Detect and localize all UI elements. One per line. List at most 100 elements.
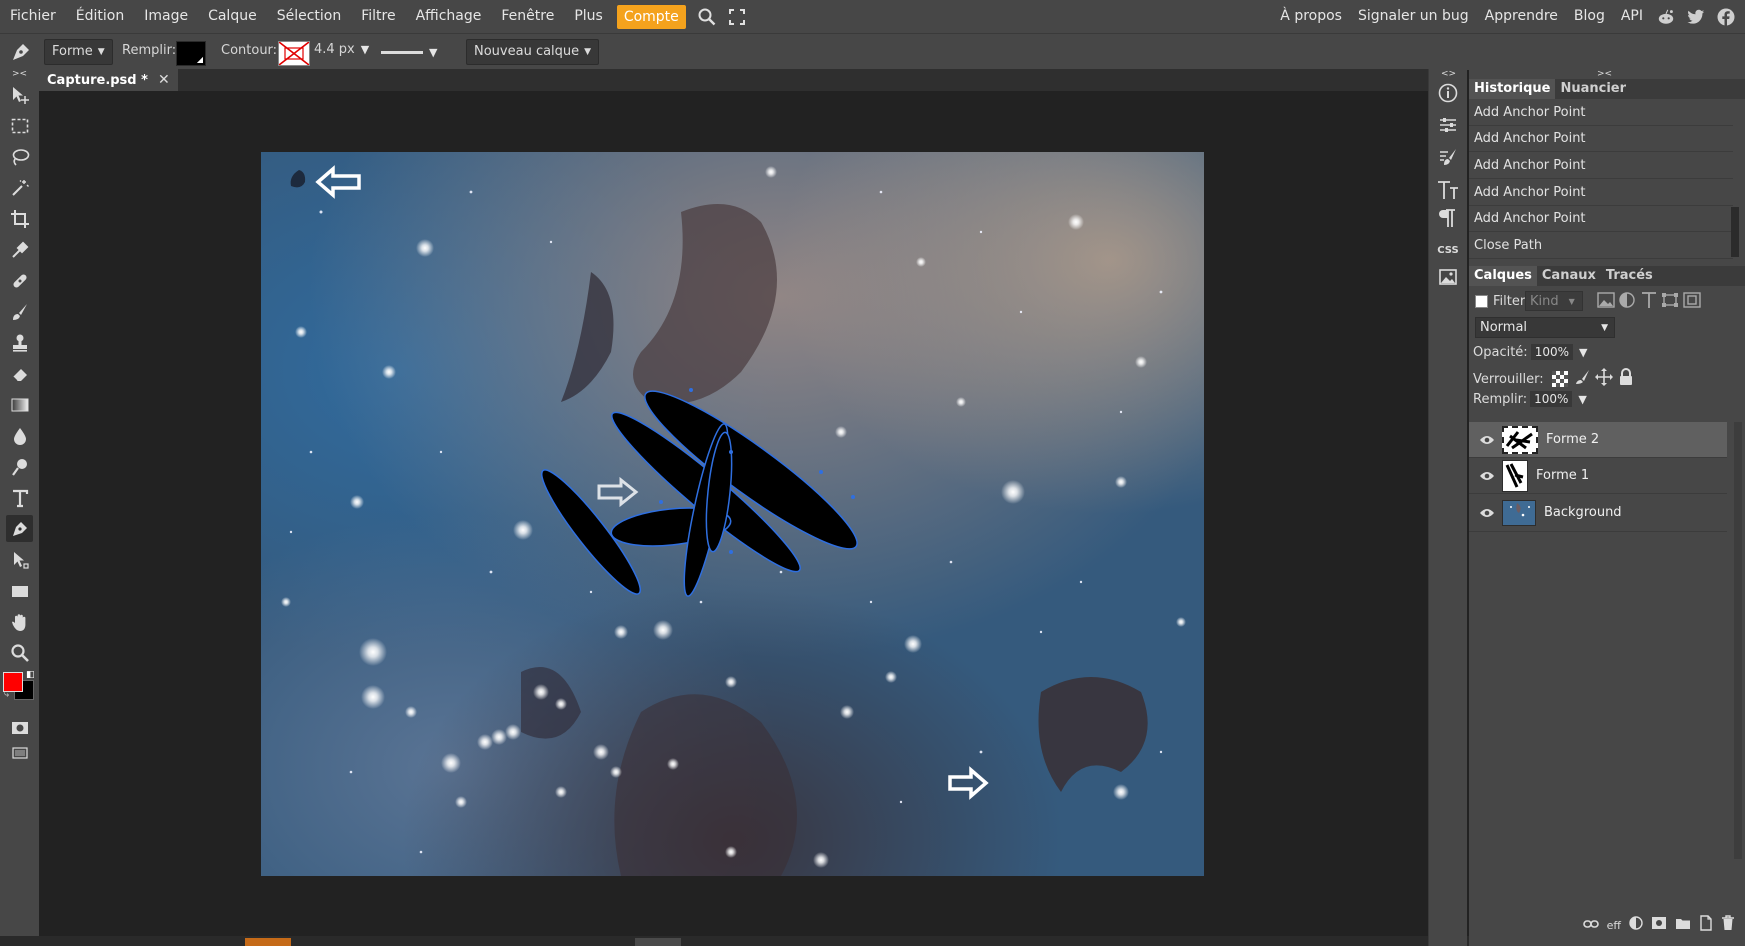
layer-mask-icon[interactable] bbox=[1651, 916, 1667, 934]
type-tool-icon[interactable] bbox=[6, 484, 33, 511]
menu-plus[interactable]: Plus bbox=[564, 0, 613, 33]
tab-historique[interactable]: Historique bbox=[1469, 79, 1556, 99]
reddit-icon[interactable] bbox=[1657, 8, 1675, 26]
lock-all-icon[interactable] bbox=[1618, 368, 1634, 390]
swap-colors-icon[interactable]: ⤷ bbox=[4, 690, 9, 700]
quick-mask-icon[interactable] bbox=[6, 714, 33, 741]
healing-brush-tool-icon[interactable] bbox=[6, 267, 33, 294]
pen-tool-icon[interactable] bbox=[6, 515, 33, 542]
magic-wand-tool-icon[interactable] bbox=[6, 174, 33, 201]
history-item[interactable]: Close Path bbox=[1469, 233, 1733, 259]
stroke-color-swatch[interactable] bbox=[278, 41, 310, 66]
facebook-icon[interactable] bbox=[1717, 8, 1735, 26]
clone-stamp-tool-icon[interactable] bbox=[6, 329, 33, 356]
shape-filter-icon[interactable] bbox=[1661, 292, 1679, 312]
chevron-down-icon[interactable]: ▼ bbox=[1578, 393, 1586, 406]
collapse-arrows-icon[interactable]: >< bbox=[1597, 69, 1612, 79]
filter-checkbox[interactable] bbox=[1475, 295, 1488, 308]
filter-toggle[interactable]: Filter bbox=[1475, 294, 1525, 309]
menu-selection[interactable]: Sélection bbox=[267, 0, 352, 33]
history-item[interactable]: Add Anchor Point bbox=[1469, 153, 1733, 179]
layers-scrollbar[interactable] bbox=[1734, 422, 1742, 859]
eye-icon[interactable] bbox=[1479, 468, 1495, 484]
history-item[interactable]: Add Anchor Point bbox=[1469, 100, 1733, 126]
link-layers-icon[interactable] bbox=[1582, 918, 1599, 933]
shape-mode-dropdown[interactable]: Forme ▼ bbox=[44, 39, 113, 65]
menu-image[interactable]: Image bbox=[134, 0, 198, 33]
tab-canaux[interactable]: Canaux bbox=[1537, 266, 1601, 286]
zoom-tool-icon[interactable] bbox=[6, 639, 33, 666]
kind-dropdown[interactable]: Kind ▼ bbox=[1525, 291, 1583, 311]
stroke-width-dropdown[interactable]: 4.4 px ▼ bbox=[314, 42, 369, 57]
adjustments-icon[interactable] bbox=[1437, 114, 1459, 136]
dodge-tool-icon[interactable] bbox=[6, 453, 33, 480]
character-icon[interactable] bbox=[1437, 179, 1459, 201]
new-layer-dropdown[interactable]: Nouveau calque ▼ bbox=[466, 39, 600, 65]
menu-fichier[interactable]: Fichier bbox=[0, 0, 66, 33]
menu-affichage[interactable]: Affichage bbox=[406, 0, 492, 33]
crop-tool-icon[interactable] bbox=[6, 205, 33, 232]
chevron-down-icon[interactable]: ▼ bbox=[1579, 346, 1587, 359]
history-item[interactable]: Add Anchor Point bbox=[1469, 206, 1733, 232]
tab-calques[interactable]: Calques bbox=[1469, 266, 1537, 286]
scroll-indicator[interactable] bbox=[245, 938, 291, 946]
paragraph-icon[interactable] bbox=[1437, 207, 1459, 229]
brush-settings-icon[interactable] bbox=[1437, 146, 1459, 168]
marquee-tool-icon[interactable] bbox=[6, 112, 33, 139]
eyedropper-tool-icon[interactable] bbox=[6, 236, 33, 263]
scroll-thumb[interactable] bbox=[635, 938, 681, 946]
smart-object-filter-icon[interactable] bbox=[1683, 292, 1701, 312]
rectangle-tool-icon[interactable] bbox=[6, 577, 33, 604]
menu-apprendre[interactable]: Apprendre bbox=[1477, 0, 1566, 33]
opacity-input[interactable]: 100% bbox=[1530, 344, 1573, 360]
document-tab[interactable]: Capture.psd * ✕ bbox=[39, 69, 178, 91]
foreground-color-swatch[interactable] bbox=[3, 672, 23, 692]
tab-nuancier[interactable]: Nuancier bbox=[1555, 79, 1631, 99]
stroke-style-dropdown[interactable]: ▼ bbox=[381, 42, 437, 62]
document-canvas[interactable] bbox=[261, 152, 1204, 876]
twitter-icon[interactable] bbox=[1687, 8, 1705, 26]
info-icon[interactable] bbox=[1437, 82, 1459, 104]
menu-api[interactable]: API bbox=[1613, 0, 1651, 33]
fill-input[interactable]: 100% bbox=[1530, 391, 1573, 407]
layer-row-forme-2[interactable]: Forme 2 bbox=[1469, 422, 1727, 458]
type-filter-icon[interactable] bbox=[1641, 291, 1657, 313]
menu-fenetre[interactable]: Fenêtre bbox=[491, 0, 564, 33]
menu-edition[interactable]: Édition bbox=[66, 0, 134, 33]
lock-pixels-icon[interactable] bbox=[1574, 369, 1590, 389]
screen-mode-icon[interactable] bbox=[6, 739, 33, 766]
blend-mode-dropdown[interactable]: Normal ▼ bbox=[1475, 317, 1615, 338]
history-item[interactable]: Add Anchor Point bbox=[1469, 126, 1733, 152]
tab-traces[interactable]: Tracés bbox=[1601, 266, 1658, 286]
history-scrollbar[interactable] bbox=[1731, 207, 1739, 257]
layer-row-background[interactable]: Background bbox=[1469, 494, 1727, 532]
history-item[interactable]: Add Anchor Point bbox=[1469, 180, 1733, 206]
search-icon[interactable] bbox=[698, 8, 716, 26]
new-layer-icon[interactable] bbox=[1699, 915, 1713, 935]
trash-icon[interactable] bbox=[1721, 915, 1735, 935]
move-tool-icon[interactable] bbox=[6, 81, 33, 108]
menu-calque[interactable]: Calque bbox=[198, 0, 267, 33]
menu-filtre[interactable]: Filtre bbox=[351, 0, 405, 33]
image-icon[interactable] bbox=[1437, 266, 1459, 288]
css-icon[interactable]: CSS bbox=[1437, 239, 1459, 261]
eye-icon[interactable] bbox=[1479, 505, 1495, 521]
adjustment-layer-icon[interactable] bbox=[1629, 916, 1643, 934]
close-icon[interactable]: ✕ bbox=[158, 72, 170, 88]
fill-color-swatch[interactable]: ◢ bbox=[176, 41, 206, 66]
eraser-tool-icon[interactable] bbox=[6, 360, 33, 387]
menu-signaler-bug[interactable]: Signaler un bug bbox=[1350, 0, 1477, 33]
menu-blog[interactable]: Blog bbox=[1566, 0, 1613, 33]
gradient-tool-icon[interactable] bbox=[6, 391, 33, 418]
layer-row-forme-1[interactable]: Forme 1 bbox=[1469, 458, 1727, 494]
effects-button[interactable]: eff bbox=[1607, 919, 1621, 932]
hand-tool-icon[interactable] bbox=[6, 608, 33, 635]
default-colors-icon[interactable]: ◧ bbox=[26, 670, 35, 680]
collapse-arrows-icon[interactable]: >< bbox=[12, 69, 27, 79]
expand-arrows-icon[interactable]: <> bbox=[1441, 69, 1456, 79]
menu-a-propos[interactable]: À propos bbox=[1272, 0, 1350, 33]
lock-transparency-icon[interactable] bbox=[1551, 371, 1568, 387]
folder-icon[interactable] bbox=[1675, 916, 1691, 934]
image-filter-icon[interactable] bbox=[1597, 292, 1615, 312]
lock-position-icon[interactable] bbox=[1594, 368, 1613, 390]
